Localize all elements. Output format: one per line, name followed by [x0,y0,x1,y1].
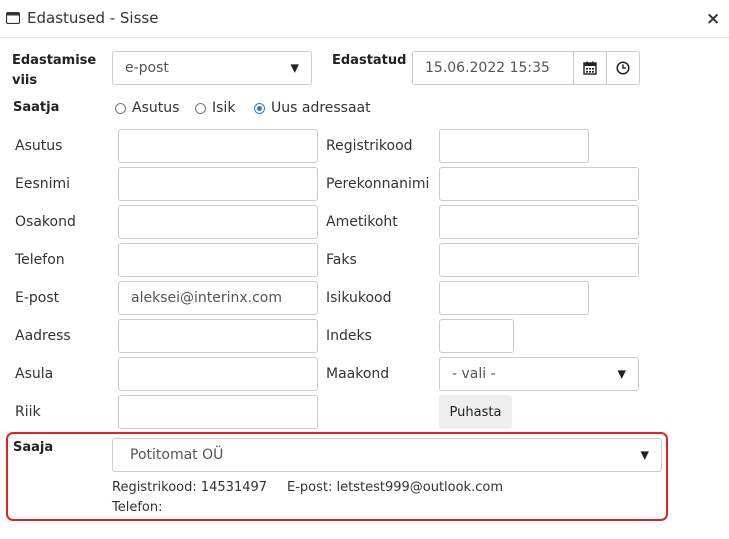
edastamise-viis-select[interactable]: e-post ▼ [112,51,312,85]
time-button[interactable] [606,51,640,85]
perekonnanimi-label: Perekonnanimi [326,176,430,192]
indeks-input[interactable] [439,319,514,353]
epost-label: E-post [15,290,60,306]
indeks-label: Indeks [326,328,372,344]
osakond-input[interactable] [118,205,318,239]
asula-label: Asula [15,366,54,382]
puhasta-button[interactable]: Puhasta [439,395,512,429]
chevron-down-icon: ▼ [290,61,299,75]
osakond-label: Osakond [15,214,76,230]
registrikood-label: Registrikood [326,138,413,154]
window-icon [6,12,20,24]
telefon-label: Telefon [15,252,65,268]
isikukood-input[interactable] [439,281,589,315]
saatja-option-isik[interactable]: Isik [195,98,235,118]
registrikood-input[interactable] [439,129,589,163]
aadress-input[interactable] [118,319,318,353]
ametikoht-label: Ametikoht [326,214,398,230]
saatja-option-label: Uus adressaat [271,100,371,116]
radio-selected-icon [254,102,265,114]
chevron-down-icon: ▼ [617,367,626,381]
clock-icon [616,61,630,75]
riik-label: Riik [15,404,41,420]
saatja-option-label: Isik [212,100,236,116]
saatja-option-uus-adressaat[interactable]: Uus adressaat [254,98,371,118]
saaja-value: Potitomat OÜ [130,447,224,463]
radio-icon [195,102,206,114]
saaja-epost: E-post: letstest999@outlook.com [287,480,503,495]
calendar-icon [583,61,597,75]
edastamise-viis-label: Edastamise viis [12,53,97,88]
edastatud-label: Edastatud [332,53,407,68]
window-titlebar: Edastused - Sisse × [0,0,729,38]
edastatud-date-input[interactable]: 15.06.2022 15:35 [412,51,574,85]
maakond-value: - vali - [452,366,496,382]
saaja-select[interactable]: Potitomat OÜ ▼ [112,438,662,472]
perekonnanimi-input[interactable] [439,167,639,201]
faks-input[interactable] [439,243,639,277]
eesnimi-label: Eesnimi [15,176,71,192]
chevron-down-icon: ▼ [640,448,649,462]
asutus-label: Asutus [15,138,63,154]
saaja-label: Saaja [13,440,54,455]
telefon-input[interactable] [118,243,318,277]
riik-input[interactable] [118,395,318,429]
saatja-option-label: Asutus [132,100,180,116]
edastamise-viis-value: e-post [125,60,169,76]
saaja-registrikood: Registrikood: 14531497 [112,480,268,495]
epost-input[interactable]: aleksei@interinx.com [118,281,318,315]
close-icon[interactable]: × [706,9,720,29]
asula-input[interactable] [118,357,318,391]
radio-icon [115,102,126,114]
saaja-telefon: Telefon: [112,500,163,515]
saatja-option-asutus[interactable]: Asutus [115,98,179,118]
edastatud-value: 15.06.2022 15:35 [425,60,550,76]
maakond-label: Maakond [326,366,390,382]
calendar-button[interactable] [573,51,607,85]
ametikoht-input[interactable] [439,205,639,239]
faks-label: Faks [326,252,357,268]
aadress-label: Aadress [15,328,71,344]
isikukood-label: Isikukood [326,290,392,306]
saatja-label: Saatja [13,100,60,115]
asutus-input[interactable] [118,129,318,163]
window-title: Edastused - Sisse [27,9,159,27]
eesnimi-input[interactable] [118,167,318,201]
maakond-select[interactable]: - vali - ▼ [439,357,639,391]
